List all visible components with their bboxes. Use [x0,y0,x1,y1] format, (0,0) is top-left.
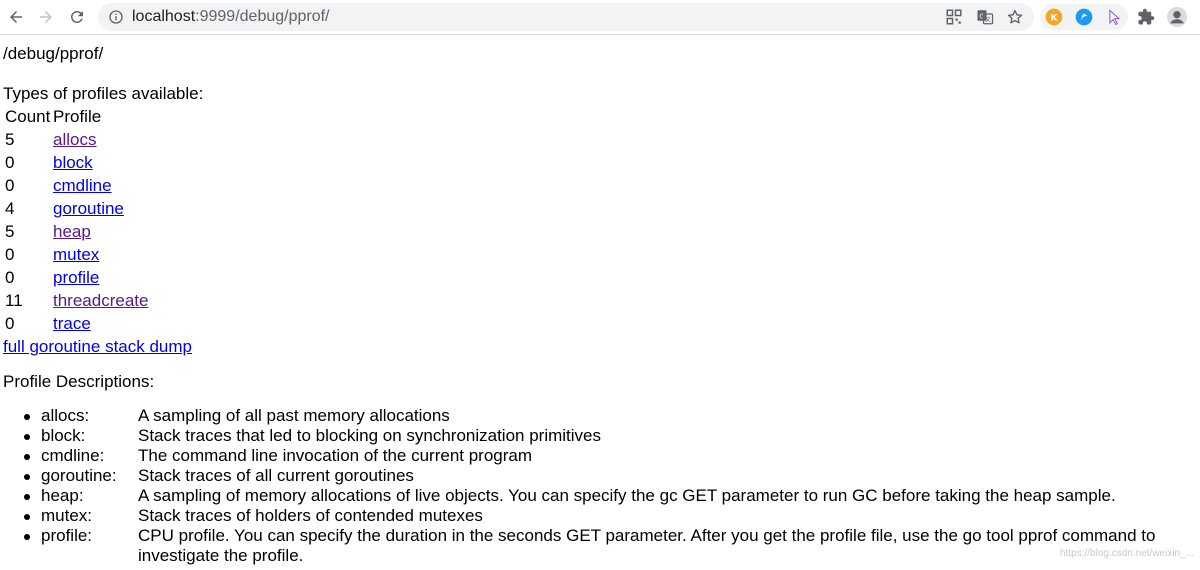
reload-icon [70,10,83,23]
profile-link-block[interactable]: block [53,153,93,172]
bullet-icon [24,534,30,540]
info-icon[interactable] [108,9,124,25]
descriptions-list: allocs: A sampling of all past memory all… [0,406,1200,566]
back-button[interactable] [3,4,29,30]
profile-name-cell: mutex [53,245,148,265]
svg-text:文: 文 [985,16,991,24]
bullet-icon [24,414,30,420]
description-text: Stack traces that led to blocking on syn… [138,426,602,445]
bullet-icon [24,514,30,520]
table-row: 5 heap [5,222,148,242]
profile-link-heap[interactable]: heap [53,222,91,241]
page-title: /debug/pprof/ [3,44,104,63]
bullet-icon [24,494,30,500]
browser-toolbar: localhost:9999/debug/pprof/ G文 K [0,0,1200,35]
list-item: allocs: A sampling of all past memory all… [0,406,1200,426]
profiles-table: Count Profile 5 allocs 0 block 0 cmdline 4 goro… [3,104,150,337]
address-bar[interactable]: localhost:9999/debug/pprof/ G文 [98,3,1034,31]
url-path: :9999/debug/pprof/ [195,8,330,25]
bullet-icon [24,434,30,440]
profile-column-header: Profile [53,107,102,126]
description-term: heap: [41,486,84,505]
list-item: goroutine: Stack traces of all current go… [0,466,1200,486]
profile-count: 5 [5,130,15,149]
profile-link-allocs[interactable]: allocs [53,130,96,149]
back-arrow-icon [10,11,22,23]
qr-code-icon[interactable] [945,8,963,26]
profile-count: 11 [5,291,23,310]
profile-link-cmdline[interactable]: cmdline [53,176,112,195]
description-text: Stack traces of holders of contended mut… [138,506,483,525]
table-header-row: Count Profile [5,107,148,127]
description-term: block: [41,426,86,445]
profile-count: 0 [5,268,15,287]
profile-name-cell: heap [53,222,148,242]
profile-name-cell: profile [53,268,148,288]
description-text: A sampling of memory allocations of live… [138,486,1116,505]
list-item: mutex: Stack traces of holders of contend… [0,506,1200,526]
page-content: /debug/pprof/ Types of profiles availabl… [0,35,1200,570]
profile-avatar-icon[interactable] [1166,6,1188,28]
list-item: cmdline: The command line invocation of t… [0,446,1200,466]
table-row: 0 block [5,153,148,173]
description-term: profile: [41,526,93,545]
table-row: 11 threadcreate [5,291,148,311]
list-item: block: Stack traces that led to blocking … [0,426,1200,446]
extension-blue-icon[interactable] [1073,6,1095,28]
profile-count: 0 [5,176,15,195]
profile-link-mutex[interactable]: mutex [53,245,99,264]
profile-link-profile[interactable]: profile [53,268,99,287]
profile-link-goroutine[interactable]: goroutine [53,199,124,218]
table-row: 5 allocs [5,130,148,150]
description-text: The command line invocation of the curre… [138,446,533,465]
table-row: 0 cmdline [5,176,148,196]
list-item: profile: CPU profile. You can specify the… [0,526,1200,566]
table-row: 0 profile [5,268,148,288]
descriptions-heading: Profile Descriptions: [3,372,155,391]
extension-orange-icon[interactable]: K [1043,6,1065,28]
profile-name-cell: threadcreate [53,291,148,311]
profile-link-threadcreate[interactable]: threadcreate [53,291,148,310]
profile-name-cell: block [53,153,148,173]
forward-arrow-icon [40,11,52,23]
profile-count: 0 [5,153,15,172]
list-item: heap: A sampling of memory allocations of… [0,486,1200,506]
extension-cursor-icon[interactable] [1103,6,1125,28]
translate-icon[interactable]: G文 [976,8,994,26]
types-heading: Types of profiles available: [3,84,204,103]
count-column-header: Count [5,107,51,126]
profile-name-cell: trace [53,314,148,334]
description-text: A sampling of all past memory allocation… [138,406,450,425]
profile-name-cell: cmdline [53,176,148,196]
extensions-puzzle-icon[interactable] [1135,6,1157,28]
bullet-icon [24,454,30,460]
profile-name-cell: goroutine [53,199,148,219]
description-text: CPU profile. You can specify the duratio… [138,526,1156,565]
table-row: 4 goroutine [5,199,148,219]
reload-button[interactable] [64,4,90,30]
description-term: mutex: [41,506,93,525]
description-term: allocs: [41,406,90,425]
url-host: localhost [132,8,196,25]
description-term: cmdline: [41,446,105,465]
profile-count: 0 [5,314,15,333]
profile-link-trace[interactable]: trace [53,314,91,333]
table-row: 0 mutex [5,245,148,265]
bookmark-star-icon[interactable] [1006,8,1024,26]
svg-text:K: K [1050,12,1058,23]
description-text: Stack traces of all current goroutines [138,466,414,485]
forward-button[interactable] [33,4,59,30]
table-row: 0 trace [5,314,148,334]
profile-count: 4 [5,199,15,218]
profile-count: 0 [5,245,15,264]
profile-name-cell: allocs [53,130,148,150]
watermark: https://blog.csdn.net/weixin_... [1060,548,1194,559]
profile-count: 5 [5,222,15,241]
bullet-icon [24,474,30,480]
url-text[interactable]: localhost:9999/debug/pprof/ [132,8,330,26]
description-term: goroutine: [41,466,117,485]
full-goroutine-dump-link[interactable]: full goroutine stack dump [3,337,192,357]
